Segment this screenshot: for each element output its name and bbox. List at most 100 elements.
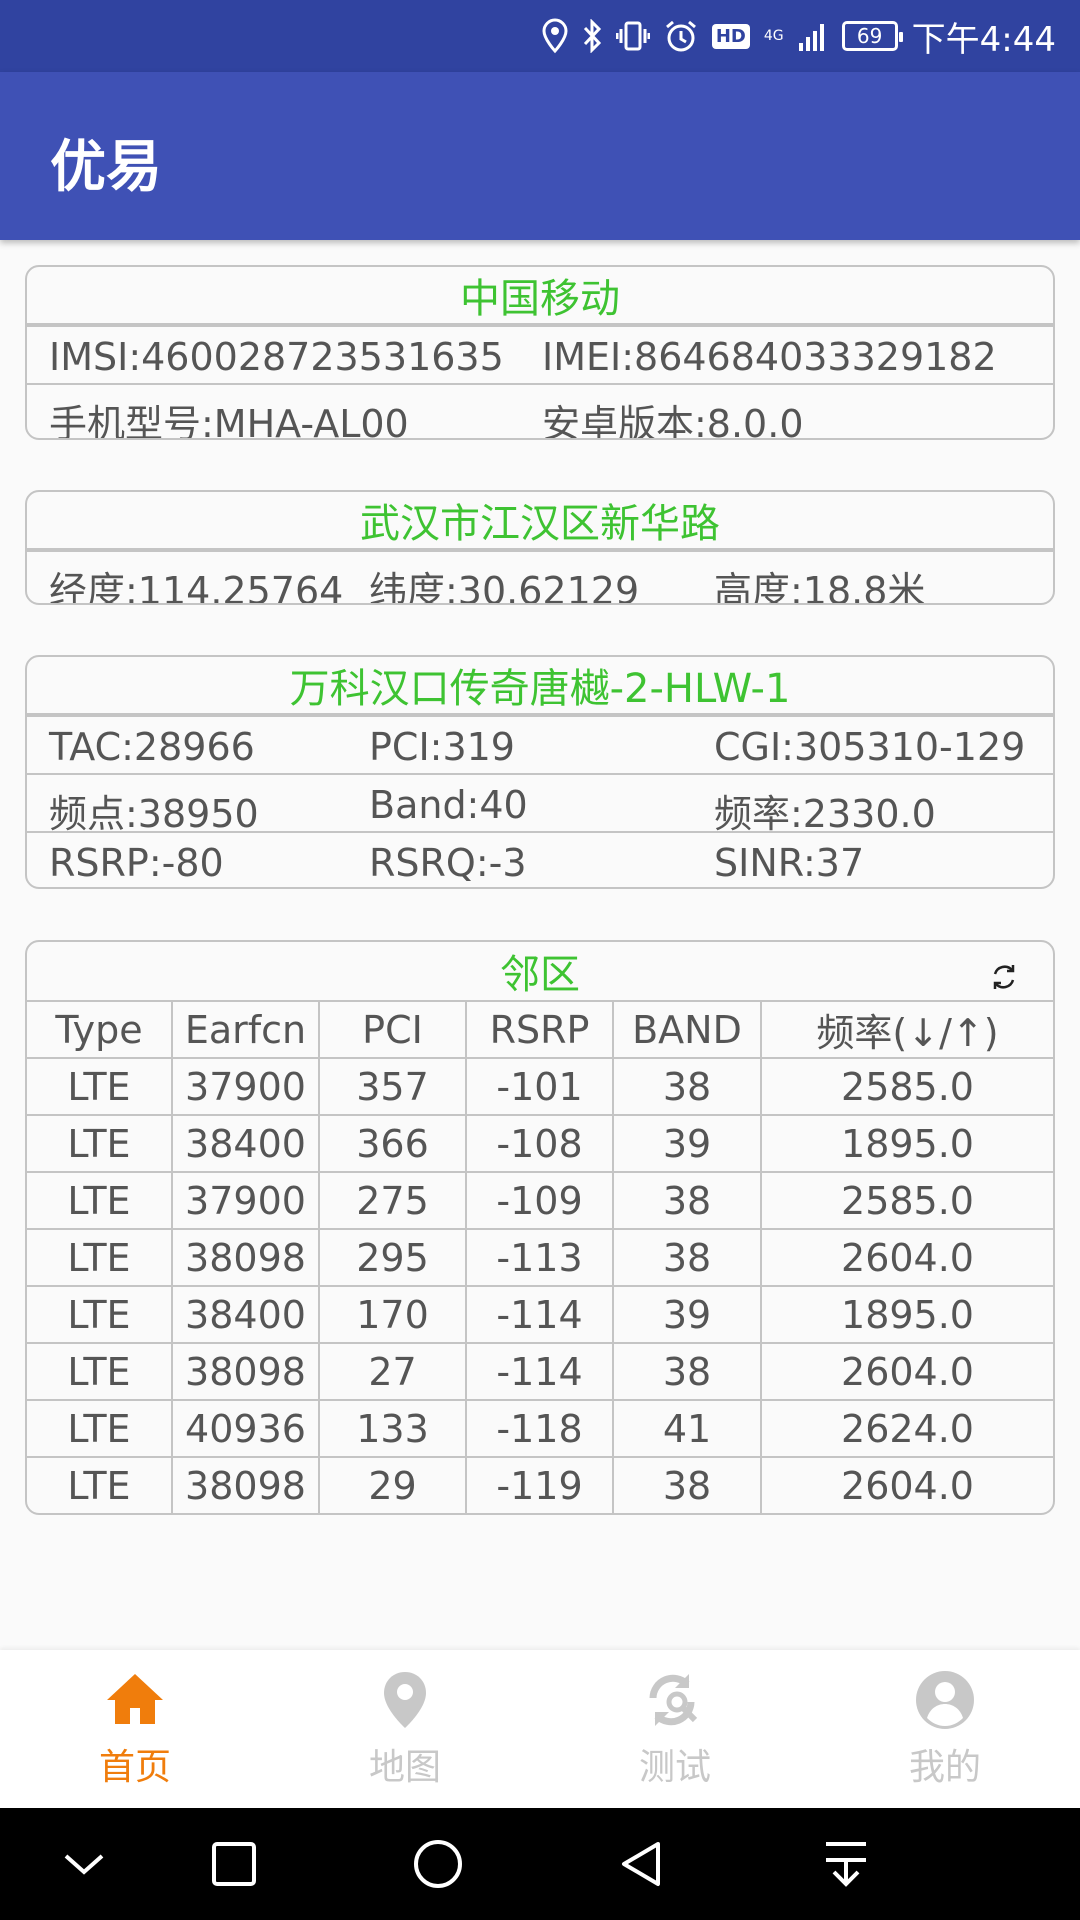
column-header-earfcn[interactable]: Earfcn (171, 1000, 320, 1059)
alarm-icon (664, 16, 698, 56)
cell-row-3: RSRP:-80 RSRQ:-3 SINR:37 (27, 831, 1053, 887)
table-row: LTE 38098 27 -114 38 2604.0 (27, 1342, 1053, 1401)
location-icon (542, 16, 568, 56)
neighbor-table: Type Earfcn PCI RSRP BAND 频率(↓/↑) LTE 379… (27, 1000, 1053, 1513)
carrier-name: 中国移动 (27, 267, 1053, 325)
hd-icon: HD (711, 23, 750, 49)
android-version: 安卓版本:8.0.0 (542, 402, 804, 440)
column-header-rsrp[interactable]: RSRP (465, 1000, 614, 1059)
address: 武汉市江汉区新华路 (27, 492, 1053, 550)
nav-item-home[interactable]: 首页 (0, 1650, 270, 1808)
app-bar: 优易 (0, 72, 1080, 240)
earfcn-cell: 38098 (171, 1342, 320, 1401)
column-header-frequency-sort[interactable]: 频率(↓/↑) (760, 1000, 1053, 1059)
clock: 下午4:44 (911, 19, 1056, 60)
cgi-value: CGI:305310-129 (714, 725, 1026, 769)
cell-name: 万科汉口传奇唐樾-2-HLW-1 (27, 657, 1053, 715)
latitude: 纬度:30.62129 (369, 569, 640, 605)
app-title: 优易 (50, 135, 162, 200)
bottom-navigation: 首页 地图 测试 我的 (0, 1650, 1080, 1808)
band-cell: 38 (612, 1228, 762, 1287)
pci-cell: 29 (318, 1456, 467, 1513)
frequency-cell: 2604.0 (760, 1228, 1053, 1287)
earfcn-cell: 40936 (171, 1399, 320, 1458)
band-cell: 38 (612, 1171, 762, 1230)
band-cell: 38 (612, 1342, 762, 1401)
band-cell: 39 (612, 1285, 762, 1344)
bluetooth-icon (582, 16, 602, 56)
pci-cell: 170 (318, 1285, 467, 1344)
home-icon (107, 1674, 163, 1724)
tac-value: TAC:28966 (49, 725, 255, 769)
nav-item-test[interactable]: 测试 (540, 1650, 810, 1808)
rsrp-cell: -114 (465, 1285, 614, 1344)
band-cell: 38 (612, 1456, 762, 1513)
person-icon (916, 1671, 974, 1729)
system-navigation-bar (0, 1808, 1080, 1920)
frequency-cell: 2604.0 (760, 1342, 1053, 1401)
frequency-cell: 2585.0 (760, 1171, 1053, 1230)
type-cell: LTE (27, 1228, 173, 1287)
band-cell: 38 (612, 1057, 762, 1116)
battery-icon: 69 (841, 21, 903, 51)
band-value: Band:40 (369, 783, 528, 827)
test-icon (649, 1674, 698, 1726)
type-cell: LTE (27, 1057, 173, 1116)
nav-label-profile: 我的 (908, 1747, 981, 1788)
table-row: LTE 38098 29 -119 38 2604.0 (27, 1456, 1053, 1513)
earfcn-cell: 38098 (171, 1456, 320, 1513)
column-header-band[interactable]: BAND (612, 1000, 762, 1059)
rsrp-cell: -118 (465, 1399, 614, 1458)
pci-cell: 275 (318, 1171, 467, 1230)
frequency-cell: 2604.0 (760, 1456, 1053, 1513)
rsrp-cell: -109 (465, 1171, 614, 1230)
table-row: LTE 38400 170 -114 39 1895.0 (27, 1285, 1053, 1344)
imei-value: IMEI:864684033329182 (542, 335, 997, 379)
nav-label-map: 地图 (368, 1747, 441, 1788)
table-row: LTE 38098 295 -113 38 2604.0 (27, 1228, 1053, 1287)
phone-model: 手机型号:MHA-AL00 (49, 402, 409, 440)
rsrp-cell: -101 (465, 1057, 614, 1116)
type-cell: LTE (27, 1456, 173, 1513)
notification-pull-down-icon[interactable] (818, 1836, 874, 1892)
pci-cell: 357 (318, 1057, 467, 1116)
recents-square-icon[interactable] (206, 1836, 262, 1892)
type-cell: LTE (27, 1342, 173, 1401)
rsrp-cell: -119 (465, 1456, 614, 1513)
nav-label-home: 首页 (98, 1747, 171, 1788)
cell-row-2: 频点:38950 Band:40 频率:2330.0 (27, 773, 1053, 836)
hide-nav-chevron-icon[interactable] (56, 1836, 112, 1892)
earfcn-cell: 38400 (171, 1285, 320, 1344)
pci-cell: 295 (318, 1228, 467, 1287)
vibrate-icon (615, 16, 650, 56)
network-type: 4G (763, 28, 784, 44)
rsrq-value: RSRQ:-3 (369, 841, 527, 885)
nav-item-map[interactable]: 地图 (270, 1650, 540, 1808)
column-header-pci[interactable]: PCI (318, 1000, 467, 1059)
home-circle-icon[interactable] (410, 1836, 466, 1892)
frequency-cell: 2585.0 (760, 1057, 1053, 1116)
earfcn-value: 频点:38950 (49, 792, 259, 836)
longitude: 经度:114.25764 (49, 569, 344, 605)
table-row: LTE 40936 133 -118 41 2624.0 (27, 1399, 1053, 1458)
refresh-icon[interactable] (989, 956, 1019, 989)
table-row: LTE 37900 357 -101 38 2585.0 (27, 1057, 1053, 1116)
operator-card: 中国移动 IMSI:460028723531635 IMEI:864684033… (25, 265, 1055, 440)
band-cell: 41 (612, 1399, 762, 1458)
column-header-type[interactable]: Type (27, 1000, 173, 1059)
neighbor-cells-card: 邻区 Type Earfcn PCI RSRP BAND 频率(↓/↑) LTE… (25, 940, 1055, 1515)
type-cell: LTE (27, 1285, 173, 1344)
back-triangle-icon[interactable] (614, 1836, 670, 1892)
table-header-row: Type Earfcn PCI RSRP BAND 频率(↓/↑) (27, 1000, 1053, 1059)
neighbor-title: 邻区 (500, 952, 580, 998)
rsrp-cell: -114 (465, 1342, 614, 1401)
location-card: 武汉市江汉区新华路 经度:114.25764 纬度:30.62129 高度:18… (25, 490, 1055, 605)
band-cell: 39 (612, 1114, 762, 1173)
imsi-imei-row: IMSI:460028723531635 IMEI:86468403332918… (27, 325, 1053, 383)
coordinates-row: 经度:114.25764 纬度:30.62129 高度:18.8米 (27, 550, 1053, 605)
sinr-value: SINR:37 (714, 841, 865, 885)
earfcn-cell: 37900 (171, 1171, 320, 1230)
table-row: LTE 37900 275 -109 38 2585.0 (27, 1171, 1053, 1230)
altitude: 高度:18.8米 (714, 569, 926, 605)
nav-item-profile[interactable]: 我的 (810, 1650, 1080, 1808)
